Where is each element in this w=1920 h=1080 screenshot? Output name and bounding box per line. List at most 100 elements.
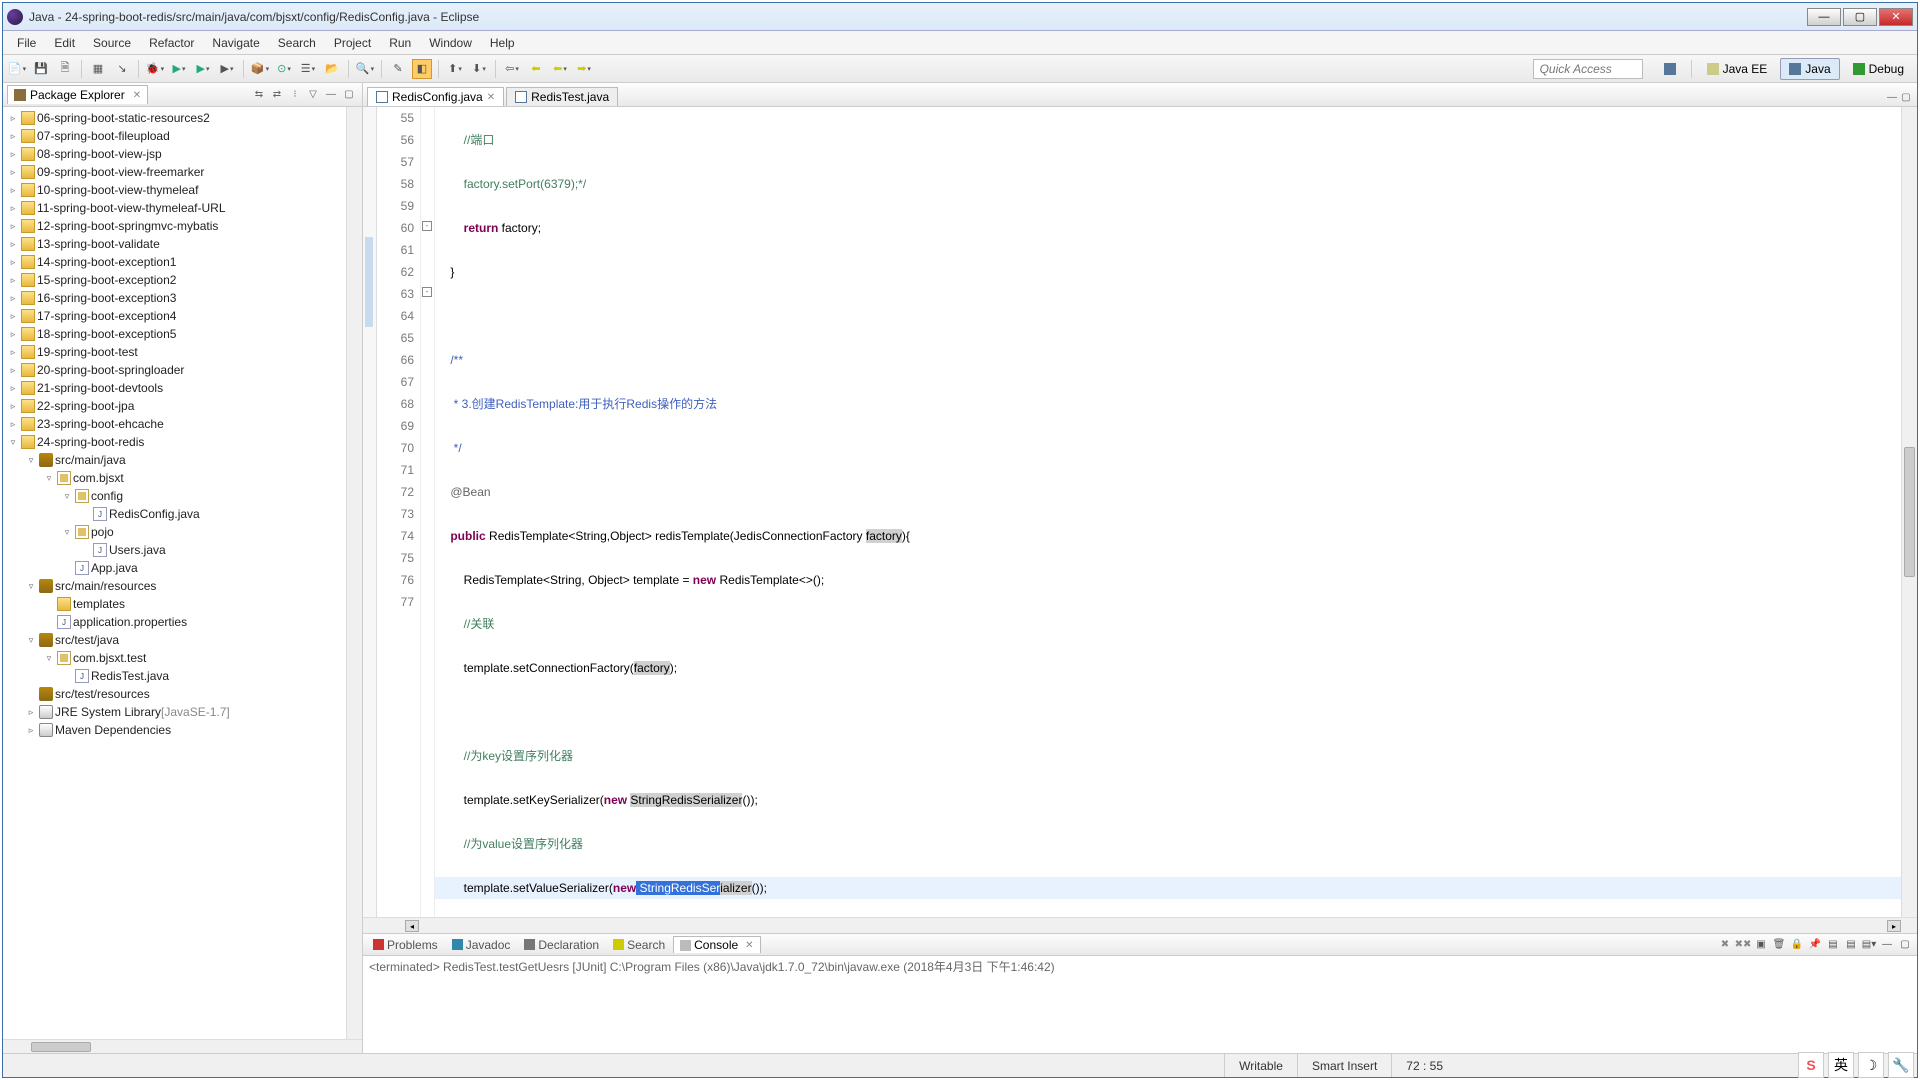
editor-vertical-scrollbar[interactable] [1901, 107, 1917, 917]
tree-node: ▹23-spring-boot-ehcache [3, 415, 362, 433]
overview-ruler[interactable] [363, 107, 377, 917]
pin-console-button[interactable]: 📌 [1807, 937, 1823, 953]
tree-node: ▹09-spring-boot-view-freemarker [3, 163, 362, 181]
quick-access-input[interactable]: Quick Access [1533, 59, 1643, 79]
annotation-button[interactable]: ✎ [388, 59, 408, 79]
open-console-button[interactable]: ▤ [1843, 937, 1859, 953]
new-console-button[interactable]: ▤▾ [1861, 937, 1877, 953]
remove-all-button[interactable]: ✖✖ [1735, 937, 1751, 953]
tree-node: ▹JRE System Library [JavaSE-1.7] [3, 703, 362, 721]
skip-breakpoints-button[interactable]: ↘ [112, 59, 132, 79]
scroll-lock-button[interactable]: 🔒 [1789, 937, 1805, 953]
tab-javadoc[interactable]: Javadoc [446, 937, 517, 953]
minimize-console-button[interactable]: — [1879, 937, 1895, 953]
close-button[interactable]: ✕ [1879, 8, 1913, 26]
package-explorer-tab[interactable]: Package Explorer ✕ [7, 85, 148, 104]
coverage-button[interactable]: ▶ [193, 59, 213, 79]
close-view-icon[interactable]: ✕ [133, 90, 141, 101]
perspective-debug[interactable]: Debug [1844, 58, 1913, 80]
tab-search[interactable]: Search [607, 937, 671, 953]
save-button[interactable]: 💾 [31, 59, 51, 79]
menu-navigate[interactable]: Navigate [204, 34, 267, 52]
minimize-view-button[interactable]: — [323, 87, 339, 103]
menu-refactor[interactable]: Refactor [141, 34, 202, 52]
code-content[interactable]: //端口 factory.setPort(6379);*/ return fac… [435, 107, 1917, 917]
menu-search[interactable]: Search [270, 34, 324, 52]
menu-edit[interactable]: Edit [46, 34, 83, 52]
search-icon [613, 939, 624, 950]
close-tab-icon[interactable]: ✕ [487, 92, 495, 103]
new-package-button[interactable]: 📦 [250, 59, 270, 79]
view-menu-button[interactable]: ⁝ [287, 87, 303, 103]
back-dropdown-button[interactable]: ⇦ [502, 59, 522, 79]
tree-node: Users.java [3, 541, 362, 559]
display-selected-button[interactable]: ▤ [1825, 937, 1841, 953]
tree-node: ▹21-spring-boot-devtools [3, 379, 362, 397]
folding-ruler[interactable]: - - [421, 107, 435, 917]
minimize-button[interactable]: — [1807, 8, 1841, 26]
clear-console-button[interactable]: 🗑 [1771, 937, 1787, 953]
window-title: Java - 24-spring-boot-redis/src/main/jav… [29, 10, 1807, 24]
new-class-button[interactable]: ⊙ [274, 59, 294, 79]
run-button[interactable]: ▶ [169, 59, 189, 79]
tree-node: ▹10-spring-boot-view-thymeleaf [3, 181, 362, 199]
editor-horizontal-scrollbar[interactable]: ◂ ▸ [363, 917, 1917, 933]
link-editor-button[interactable]: ⇄ [269, 87, 285, 103]
debug-button[interactable]: 🐞 [145, 59, 165, 79]
menu-file[interactable]: File [9, 34, 44, 52]
menu-window[interactable]: Window [421, 34, 480, 52]
console-output[interactable]: <terminated> RedisTest.testGetUesrs [JUn… [363, 956, 1917, 1053]
new-button[interactable]: 📄 [7, 59, 27, 79]
prev-edit-button[interactable]: ⬆ [445, 59, 465, 79]
open-task-button[interactable]: 📂 [322, 59, 342, 79]
save-all-button[interactable]: 🗎 [55, 59, 75, 79]
tree-node: ▿config [3, 487, 362, 505]
perspective-java[interactable]: Java [1780, 58, 1839, 80]
back-button[interactable]: ⬅ [526, 59, 546, 79]
forward-button[interactable]: ➡ [574, 59, 594, 79]
collapse-all-button[interactable]: ⇆ [251, 87, 267, 103]
open-type-button[interactable]: ☰ [298, 59, 318, 79]
back-history-button[interactable]: ⬅ [550, 59, 570, 79]
tree-vertical-scrollbar[interactable] [346, 107, 362, 1039]
minimize-editor-button[interactable]: — [1885, 90, 1899, 104]
maximize-view-button[interactable]: ▢ [341, 87, 357, 103]
package-explorer-tree[interactable]: ▹06-spring-boot-static-resources2 ▹07-sp… [3, 107, 362, 1053]
editor-tab-redisconfig[interactable]: RedisConfig.java✕ [367, 87, 504, 106]
tree-node: ▿24-spring-boot-redis [3, 433, 362, 451]
tree-node: ▹06-spring-boot-static-resources2 [3, 109, 362, 127]
maximize-button[interactable]: ▢ [1843, 8, 1877, 26]
menu-run[interactable]: Run [381, 34, 419, 52]
ext-tools-button[interactable]: ▶ [217, 59, 237, 79]
filter-button[interactable]: ▽ [305, 87, 321, 103]
tree-node: App.java [3, 559, 362, 577]
tab-declaration[interactable]: Declaration [518, 937, 605, 953]
status-insert-mode: Smart Insert [1297, 1054, 1391, 1077]
maximize-console-button[interactable]: ▢ [1897, 937, 1913, 953]
toggle-button[interactable]: ▦ [88, 59, 108, 79]
tab-console[interactable]: Console✕ [673, 936, 760, 953]
terminate-button[interactable]: ▣ [1753, 937, 1769, 953]
perspective-java-ee[interactable]: Java EE [1698, 58, 1777, 80]
editor-tab-redistest[interactable]: RedisTest.java [506, 87, 618, 106]
tree-node: RedisTest.java [3, 667, 362, 685]
menu-help[interactable]: Help [482, 34, 523, 52]
remove-launch-button[interactable]: ✖ [1717, 937, 1733, 953]
close-tab-icon[interactable]: ✕ [745, 940, 753, 951]
open-perspective-button[interactable] [1655, 58, 1685, 80]
tool-icon[interactable]: 🔧 [1888, 1052, 1914, 1078]
menu-bar: File Edit Source Refactor Navigate Searc… [3, 31, 1917, 55]
maximize-editor-button[interactable]: ▢ [1899, 90, 1913, 104]
menu-source[interactable]: Source [85, 34, 139, 52]
ime-language-icon[interactable]: 英 [1828, 1052, 1854, 1078]
sogou-ime-icon[interactable]: S [1798, 1052, 1824, 1078]
search-button[interactable]: 🔍 [355, 59, 375, 79]
code-editor[interactable]: 5556575859606162636465666768697071727374… [363, 107, 1917, 917]
tab-problems[interactable]: Problems [367, 937, 444, 953]
next-edit-button[interactable]: ⬇ [469, 59, 489, 79]
toggle-mark-button[interactable]: ◧ [412, 59, 432, 79]
menu-project[interactable]: Project [326, 34, 379, 52]
system-tray: S 英 ☽ 🔧 [1798, 1052, 1914, 1078]
moon-icon[interactable]: ☽ [1858, 1052, 1884, 1078]
tree-horizontal-scrollbar[interactable] [3, 1039, 362, 1053]
